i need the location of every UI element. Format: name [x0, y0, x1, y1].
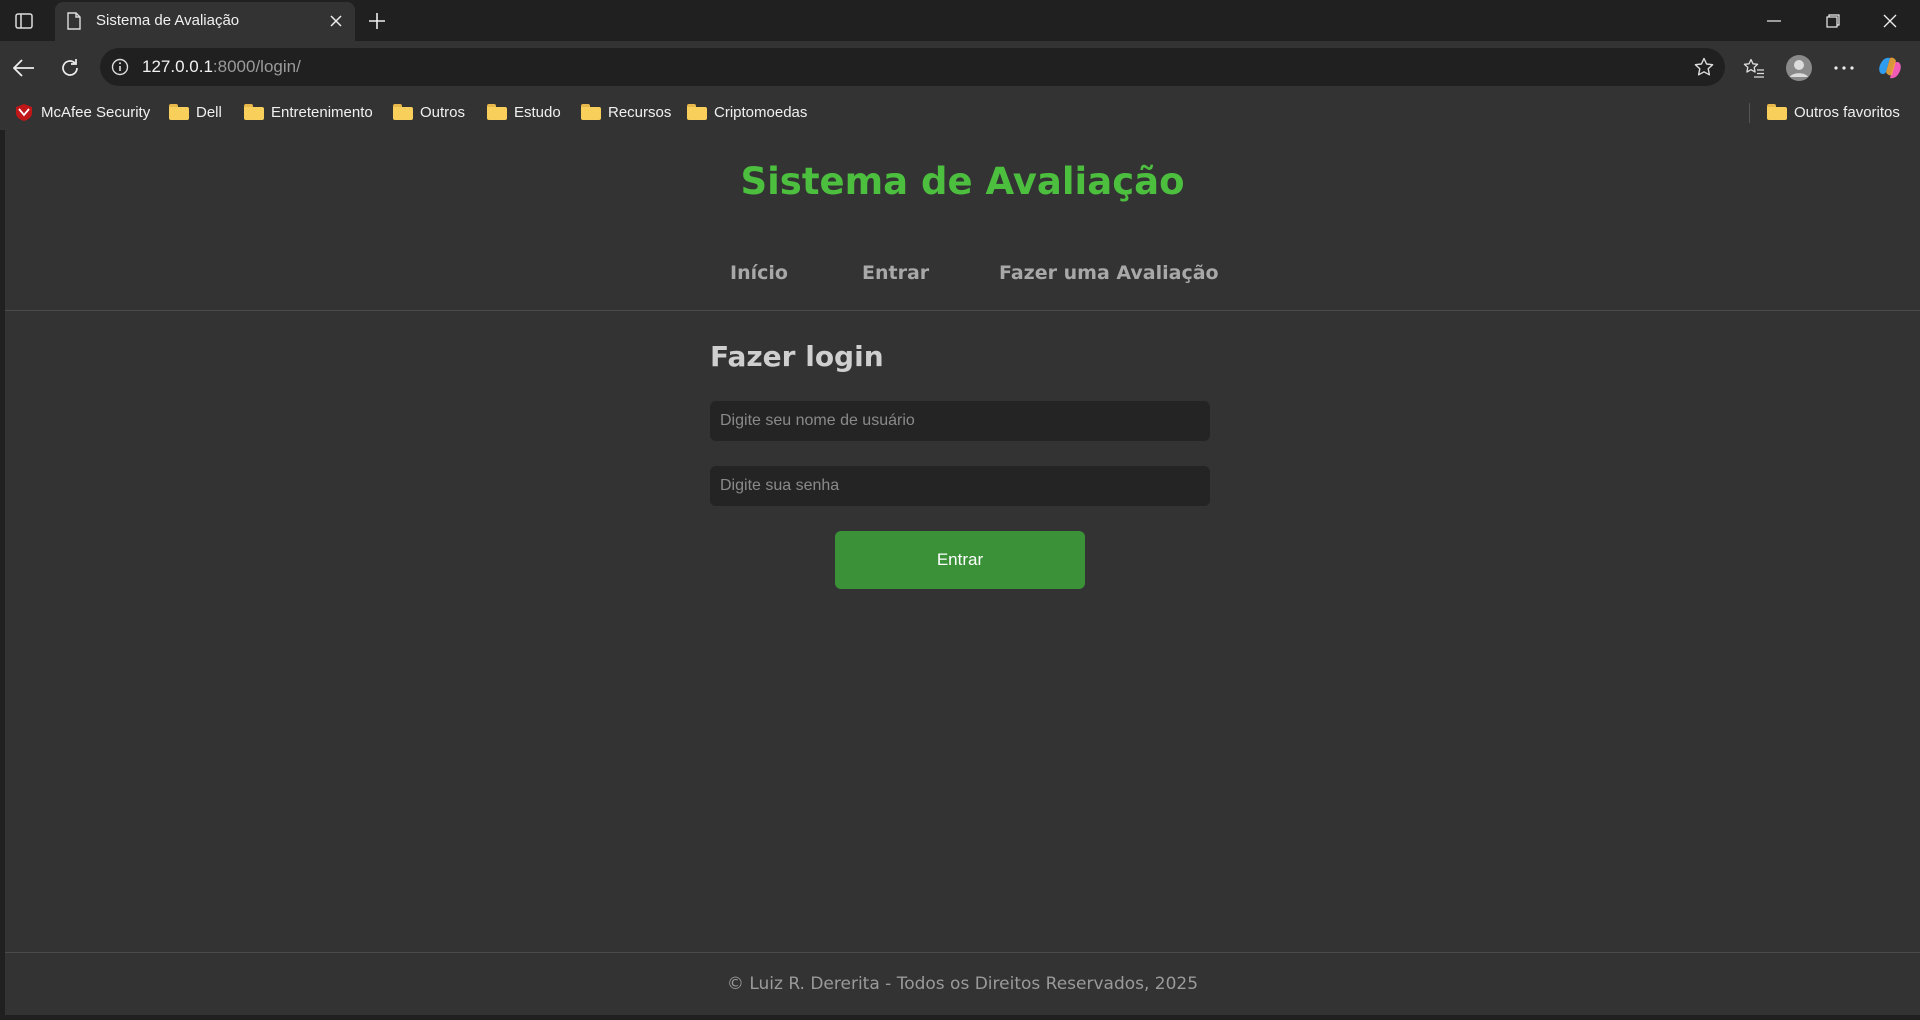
refresh-icon[interactable] [52, 50, 88, 86]
mcafee-icon [16, 104, 32, 121]
folder-icon [487, 104, 507, 120]
tab-title: Sistema de Avaliação [96, 12, 240, 29]
restore-icon[interactable] [1805, 0, 1861, 41]
footer-divider [5, 952, 1920, 953]
footer-copyright: © Luiz R. Dererita - Todos os Direitos R… [726, 974, 1199, 994]
page-viewport: Sistema de Avaliação Início Entrar Fazer… [5, 130, 1920, 1015]
page-icon [67, 12, 83, 31]
bookmark-mcafee[interactable]: McAfee Security [14, 101, 150, 123]
bookmark-dell[interactable]: Dell [169, 101, 222, 123]
browser-tab[interactable]: Sistema de Avaliação [55, 2, 355, 41]
folder-icon [581, 104, 601, 120]
nav-link-inicio[interactable]: Início [730, 262, 788, 284]
close-icon[interactable] [327, 12, 345, 30]
bookmark-other-favorites[interactable]: Outros favoritos [1767, 101, 1900, 123]
password-input[interactable] [710, 466, 1210, 506]
close-window-icon[interactable] [1862, 0, 1918, 41]
sidebar-icon[interactable] [12, 10, 36, 32]
bookmark-outros[interactable]: Outros [393, 101, 465, 123]
folder-icon [393, 104, 413, 120]
nav-link-entrar[interactable]: Entrar [862, 262, 929, 284]
login-submit-button[interactable]: Entrar [835, 531, 1085, 589]
username-input[interactable] [710, 401, 1210, 441]
folder-icon [169, 104, 189, 120]
bookmark-estudo[interactable]: Estudo [487, 101, 561, 123]
address-bar[interactable]: 127.0.0.1:8000/login/ [100, 48, 1725, 86]
nav-link-fazer-avaliacao[interactable]: Fazer uma Avaliação [999, 262, 1219, 284]
site-title: Sistema de Avaliação [740, 160, 1185, 203]
login-heading: Fazer login [710, 340, 884, 373]
back-icon[interactable] [6, 50, 42, 86]
info-icon[interactable] [110, 57, 130, 77]
star-icon[interactable] [1693, 56, 1715, 78]
browser-title-bar: Sistema de Avaliação [0, 0, 1920, 41]
favorites-icon[interactable] [1736, 50, 1772, 86]
folder-icon [687, 104, 707, 120]
more-icon[interactable] [1826, 50, 1862, 86]
url-text[interactable]: 127.0.0.1:8000/login/ [142, 57, 301, 77]
header-divider [5, 310, 1920, 311]
bookmark-criptomoedas[interactable]: Criptomoedas [687, 101, 807, 123]
plus-icon[interactable] [364, 8, 390, 34]
browser-toolbar: 127.0.0.1:8000/login/ [0, 41, 1920, 95]
folder-icon [1767, 104, 1787, 120]
bookmarks-divider [1749, 103, 1750, 123]
bookmark-recursos[interactable]: Recursos [581, 101, 671, 123]
copilot-icon[interactable] [1872, 50, 1908, 86]
bookmarks-bar: McAfee Security Dell Entretenimento Outr… [0, 95, 1920, 130]
bookmark-entretenimento[interactable]: Entretenimento [244, 101, 373, 123]
profile-icon[interactable] [1781, 50, 1817, 86]
folder-icon [244, 104, 264, 120]
minimize-icon[interactable] [1746, 0, 1802, 41]
